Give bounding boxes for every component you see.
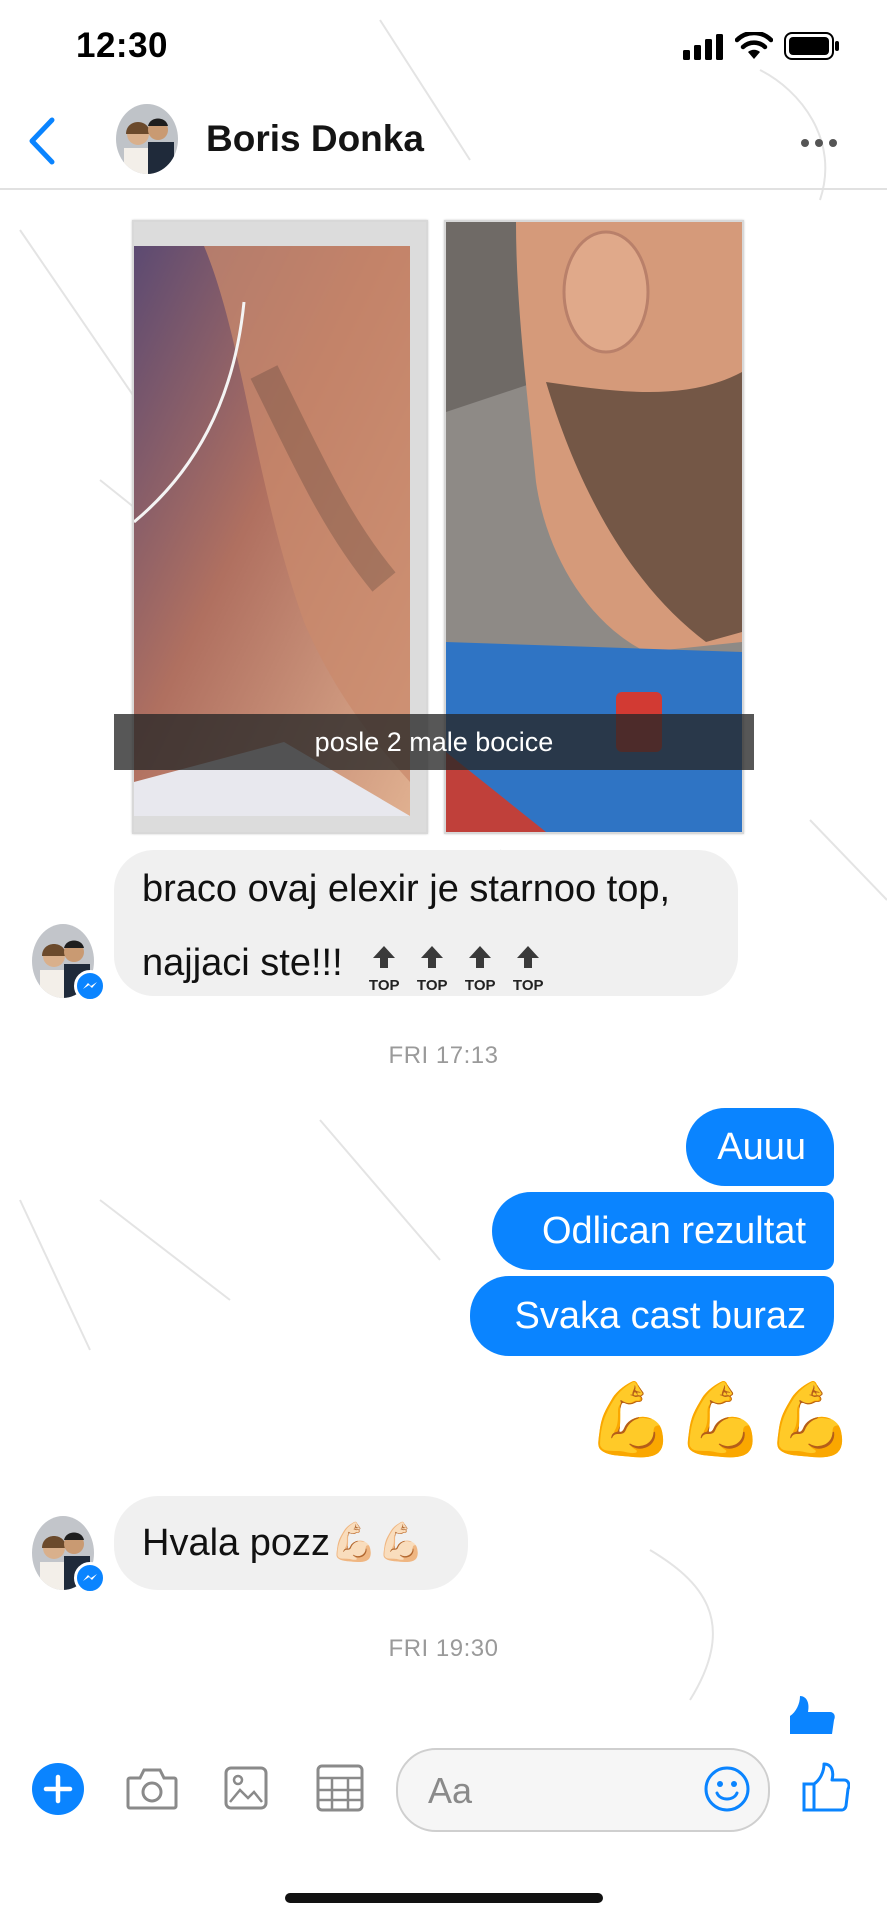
like-thumbs-up-icon[interactable] (802, 1762, 850, 1812)
status-time: 12:30 (76, 26, 169, 65)
wifi-icon (735, 32, 773, 59)
message-text: Odlican rezultat (541, 1210, 806, 1252)
top-arrow-emoji-icon: TOP (365, 936, 403, 994)
flexed-biceps-emoji: 💪🏻💪🏻 (329, 1522, 425, 1564)
plus-icon[interactable] (32, 1763, 84, 1815)
battery-icon (784, 32, 839, 60)
image-gallery-icon[interactable] (224, 1766, 268, 1810)
message-text: Svaka cast buraz (514, 1295, 806, 1337)
contact-avatar[interactable] (116, 104, 178, 174)
outgoing-message-bubble[interactable]: Odlican rezultat (492, 1192, 834, 1270)
top-arrow-emoji-icon: TOP (509, 936, 547, 994)
top-arrow-emoji-icon: TOP (461, 936, 499, 994)
back-chevron-icon[interactable] (24, 116, 58, 166)
message-text: Hvala pozz (142, 1522, 330, 1564)
conversation-header: Boris Donka (0, 86, 887, 190)
messenger-badge-icon (74, 1562, 106, 1594)
top-arrow-emoji-icon: TOP (413, 936, 451, 994)
messenger-badge-icon (74, 970, 106, 1002)
contact-name[interactable]: Boris Donka (206, 118, 424, 160)
cellular-signal-icon (683, 34, 723, 60)
timestamp: FRI 17:13 (388, 1042, 499, 1069)
outgoing-message-bubble[interactable]: Auuu (686, 1108, 834, 1186)
message-text-line: najjaci ste!!! TOP TOP TOP TOP (142, 936, 557, 994)
sent-like-icon (790, 1696, 835, 1734)
message-text: Auuu (717, 1126, 806, 1168)
incoming-message-bubble[interactable]: Hvala pozz💪🏻💪🏻 (114, 1496, 468, 1590)
home-indicator (285, 1893, 603, 1903)
message-input[interactable]: Aa (396, 1748, 770, 1832)
message-text-line: Hvala pozz💪🏻💪🏻 (142, 1521, 425, 1565)
message-text: najjaci ste!!! (142, 942, 343, 985)
message-text-line: braco ovaj elexir je starnoo top, (142, 868, 671, 910)
more-options-icon[interactable] (800, 138, 840, 148)
message-input-placeholder: Aa (428, 1770, 473, 1811)
photo-caption: posle 2 male bocice (114, 714, 754, 770)
emoji-smiley-icon[interactable] (704, 1766, 750, 1812)
camera-icon[interactable] (126, 1766, 178, 1810)
incoming-message-bubble[interactable]: braco ovaj elexir je starnoo top, najjac… (114, 850, 738, 996)
games-grid-icon[interactable] (316, 1764, 364, 1812)
outgoing-message-bubble[interactable]: Svaka cast buraz (470, 1276, 834, 1356)
timestamp: FRI 19:30 (388, 1635, 499, 1662)
flexed-biceps-emoji[interactable]: 💪💪💪 (586, 1380, 855, 1460)
